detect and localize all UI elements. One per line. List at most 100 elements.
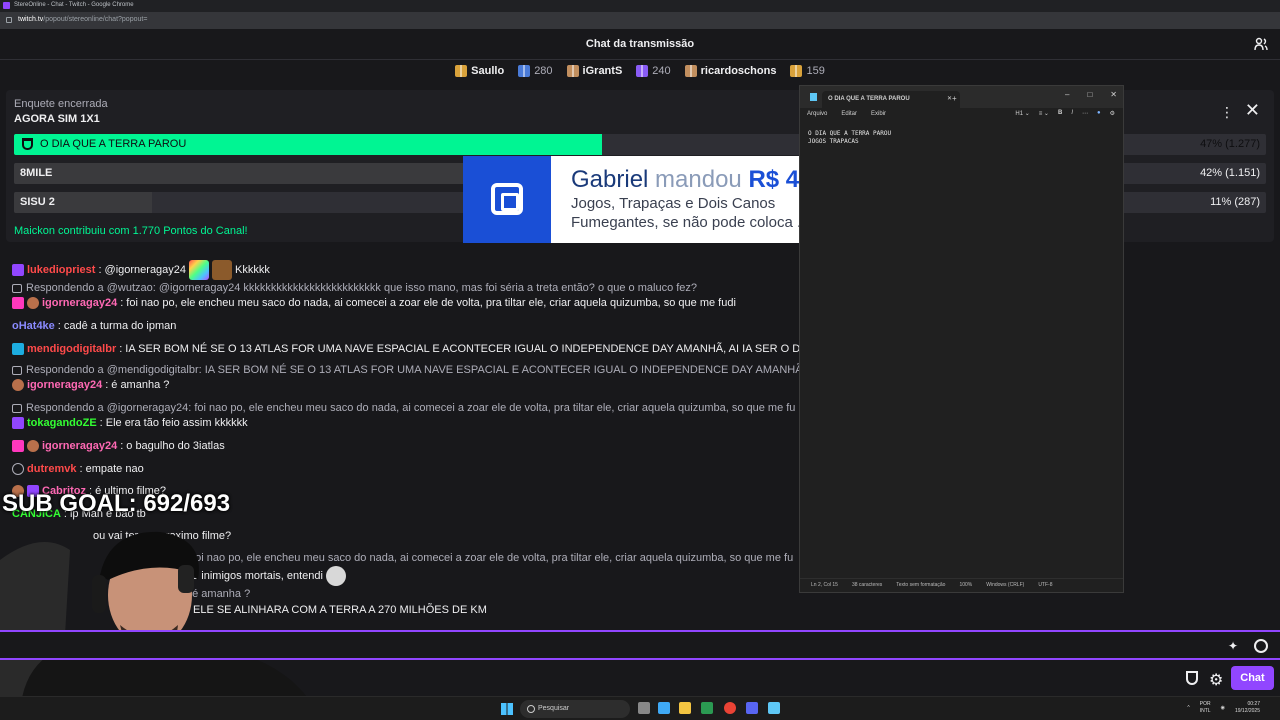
leaderboard-entry[interactable]: Saullo — [455, 62, 504, 80]
mod-shield-icon[interactable] — [1186, 671, 1198, 685]
leaderboard-name: ricardoschons — [700, 65, 777, 77]
chat-message[interactable]: tokagandoZE: Ele era tão feio assim kkkk… — [12, 417, 248, 429]
encoding[interactable]: UTF-8 — [1038, 582, 1052, 592]
chat-username[interactable]: igorneragay24 — [42, 440, 117, 452]
windows-start-icon[interactable] — [501, 703, 513, 715]
chat-message[interactable]: oHat4ke: cadê a turma do ipman — [12, 320, 176, 332]
input-language[interactable]: POR INTL — [1200, 701, 1211, 715]
emote-badge-icon — [12, 379, 24, 391]
notepad-text-area[interactable]: O DIA QUE A TERRA PAROU JOGOS TRAPACAS — [808, 130, 891, 146]
new-tab-icon[interactable]: + — [952, 94, 957, 103]
maximize-icon[interactable]: □ — [1087, 90, 1092, 99]
chat-username[interactable]: tokagandoZE — [27, 417, 97, 429]
gift-icon — [518, 65, 531, 77]
chrome-icon[interactable] — [724, 702, 736, 714]
emote-icon — [212, 260, 233, 280]
emote-picker-icon[interactable] — [1254, 639, 1268, 653]
emote-badge-icon — [27, 440, 39, 452]
network-icon[interactable]: ◉ — [1221, 705, 1225, 711]
discord-icon[interactable] — [746, 702, 758, 714]
chat-title: Chat da transmissão — [585, 38, 695, 50]
chat-username[interactable]: igorneragay24 — [42, 297, 117, 309]
close-icon[interactable]: ✕ — [1245, 100, 1260, 121]
format-status[interactable]: Texto sem formatação — [896, 582, 945, 592]
channel-points-contribution: Maickon contribuiu com 1.770 Pontos do C… — [14, 225, 248, 237]
notepad-tab[interactable]: O DIA QUE A TERRA PAROU ✕ — [822, 91, 960, 108]
emote-badge-icon — [27, 297, 39, 309]
italic-icon[interactable]: I — [1071, 110, 1073, 117]
task-view-icon[interactable] — [638, 702, 650, 714]
close-window-icon[interactable]: ✕ — [1110, 90, 1117, 99]
copilot-app-icon[interactable] — [658, 702, 670, 714]
reply-context[interactable]: Respondendo a @mendigodigitalbr: IA SER … — [12, 364, 832, 376]
menu-item-editar[interactable]: Editar — [841, 111, 857, 122]
leaderboard-entry[interactable]: ricardoschons — [684, 62, 777, 80]
leaderboard-entry[interactable]: 280 — [518, 62, 553, 80]
chat-username[interactable]: oHat4ke — [12, 320, 55, 332]
chat-username[interactable]: mendigodigitalbr — [27, 343, 116, 355]
chat-text: foi nao po, ele encheu meu saco do nada,… — [126, 297, 736, 309]
community-icon[interactable] — [1254, 37, 1268, 51]
gift-leaderboard: Saullo 280 iGrantS 240 ricardoschons 159 — [0, 62, 1280, 80]
system-tray: ^ POR INTL ◉ 00:27 19/12/2025 — [1187, 701, 1260, 715]
heading-dropdown[interactable]: H1 ⌄ — [1015, 110, 1029, 117]
settings-icon[interactable]: ⚙ — [1110, 110, 1115, 117]
more-options-icon[interactable]: ⋮ — [1220, 104, 1234, 121]
trophy-icon — [22, 138, 33, 150]
clock[interactable]: 00:27 19/12/2025 — [1235, 701, 1260, 715]
site-info-icon[interactable] — [6, 17, 12, 23]
taskbar-search[interactable]: Pesquisar — [520, 700, 630, 718]
list-icon[interactable]: ≡ ⌄ — [1039, 110, 1049, 117]
chat-message[interactable]: dutremvk: empate nao — [12, 463, 144, 475]
poll-option-bar — [14, 163, 540, 184]
leaderboard-entry[interactable]: 159 — [790, 62, 825, 80]
chat-username[interactable]: igorneragay24 — [27, 379, 102, 391]
chat-input[interactable]: ✦ — [0, 630, 1280, 660]
bold-icon[interactable]: B — [1058, 110, 1062, 117]
poll-option-result: 42% (1.151) — [1200, 167, 1260, 179]
minimize-icon[interactable]: – — [1065, 90, 1069, 99]
menu-item-exibir[interactable]: Exibir — [871, 111, 886, 122]
notepad-window: O DIA QUE A TERRA PAROU ✕ + – □ ✕ Arquiv… — [799, 85, 1124, 593]
chat-message[interactable]: igorneragay24: é amanha ? — [12, 379, 169, 391]
subscriber-badge-icon — [12, 343, 24, 355]
menu-item-arquivo[interactable]: Arquivo — [807, 111, 827, 122]
chat-settings-icon[interactable]: ⚙ — [1209, 670, 1223, 690]
bits-icon[interactable]: ✦ — [1228, 639, 1242, 653]
webcam-overlay — [0, 531, 320, 720]
donor-name: Gabriel — [571, 166, 649, 193]
address-bar[interactable]: twitch.tv/popout/stereonline/chat?popout… — [0, 12, 1280, 29]
chat-message[interactable]: mendigodigitalbr: IA SER BOM NÉ SE O 13 … — [12, 343, 847, 355]
notepad-tab-title: O DIA QUE A TERRA PAROU — [828, 96, 910, 102]
tray-chevron-icon[interactable]: ^ — [1187, 705, 1189, 711]
chat-username[interactable]: lukediopriest — [27, 264, 95, 276]
gift-icon — [455, 65, 468, 77]
notepad-statusbar: Ln 2, Col 15 38 caracteres Texto sem for… — [800, 578, 1123, 592]
notepad-taskbar-icon[interactable] — [768, 702, 780, 714]
chat-message[interactable]: igorneragay24: foi nao po, ele encheu me… — [12, 297, 736, 309]
chat-text: Ele era tão feio assim kkkkkk — [105, 417, 248, 429]
zoom-level[interactable]: 100% — [959, 582, 972, 592]
windows-taskbar: Pesquisar ^ POR INTL ◉ 00:27 19/12/2025 — [0, 696, 1280, 720]
emote-icon — [325, 566, 346, 586]
reply-context[interactable]: Respondendo a @igorneragay24: foi nao po… — [12, 402, 795, 414]
notepad-app-icon — [810, 93, 817, 101]
leaderboard-entry[interactable]: 240 — [636, 62, 671, 80]
chat-message[interactable]: igorneragay24: o bagulho do 3iatlas — [12, 440, 225, 452]
chat-send-button[interactable]: Chat — [1231, 666, 1274, 690]
line-ending[interactable]: Windows (CRLF) — [986, 582, 1024, 592]
poll-option-label: SISU 2 — [20, 196, 55, 208]
subscriber-badge-icon — [12, 297, 24, 309]
notepad-toolbar: H1 ⌄ ≡ ⌄ B I ⋯ ● ⚙ — [1015, 110, 1115, 117]
reply-context[interactable]: Respondendo a @wutzao: @igorneragay24 kk… — [12, 282, 697, 294]
more-icon[interactable]: ⋯ — [1082, 110, 1088, 117]
chat-message[interactable]: lukediopriest: @igorneragay24 Kkkkkk — [12, 260, 270, 280]
leaderboard-entry[interactable]: iGrantS — [566, 62, 622, 80]
reply-text: Respondendo a @igorneragay24: foi nao po… — [26, 402, 796, 414]
store-icon[interactable] — [701, 702, 713, 714]
chat-text: é amanha ? — [111, 379, 170, 391]
chat-username[interactable]: dutremvk — [27, 463, 77, 475]
copilot-icon[interactable]: ● — [1097, 110, 1101, 117]
poll-option-result: 11% (287) — [1210, 196, 1260, 208]
file-explorer-icon[interactable] — [679, 702, 691, 714]
